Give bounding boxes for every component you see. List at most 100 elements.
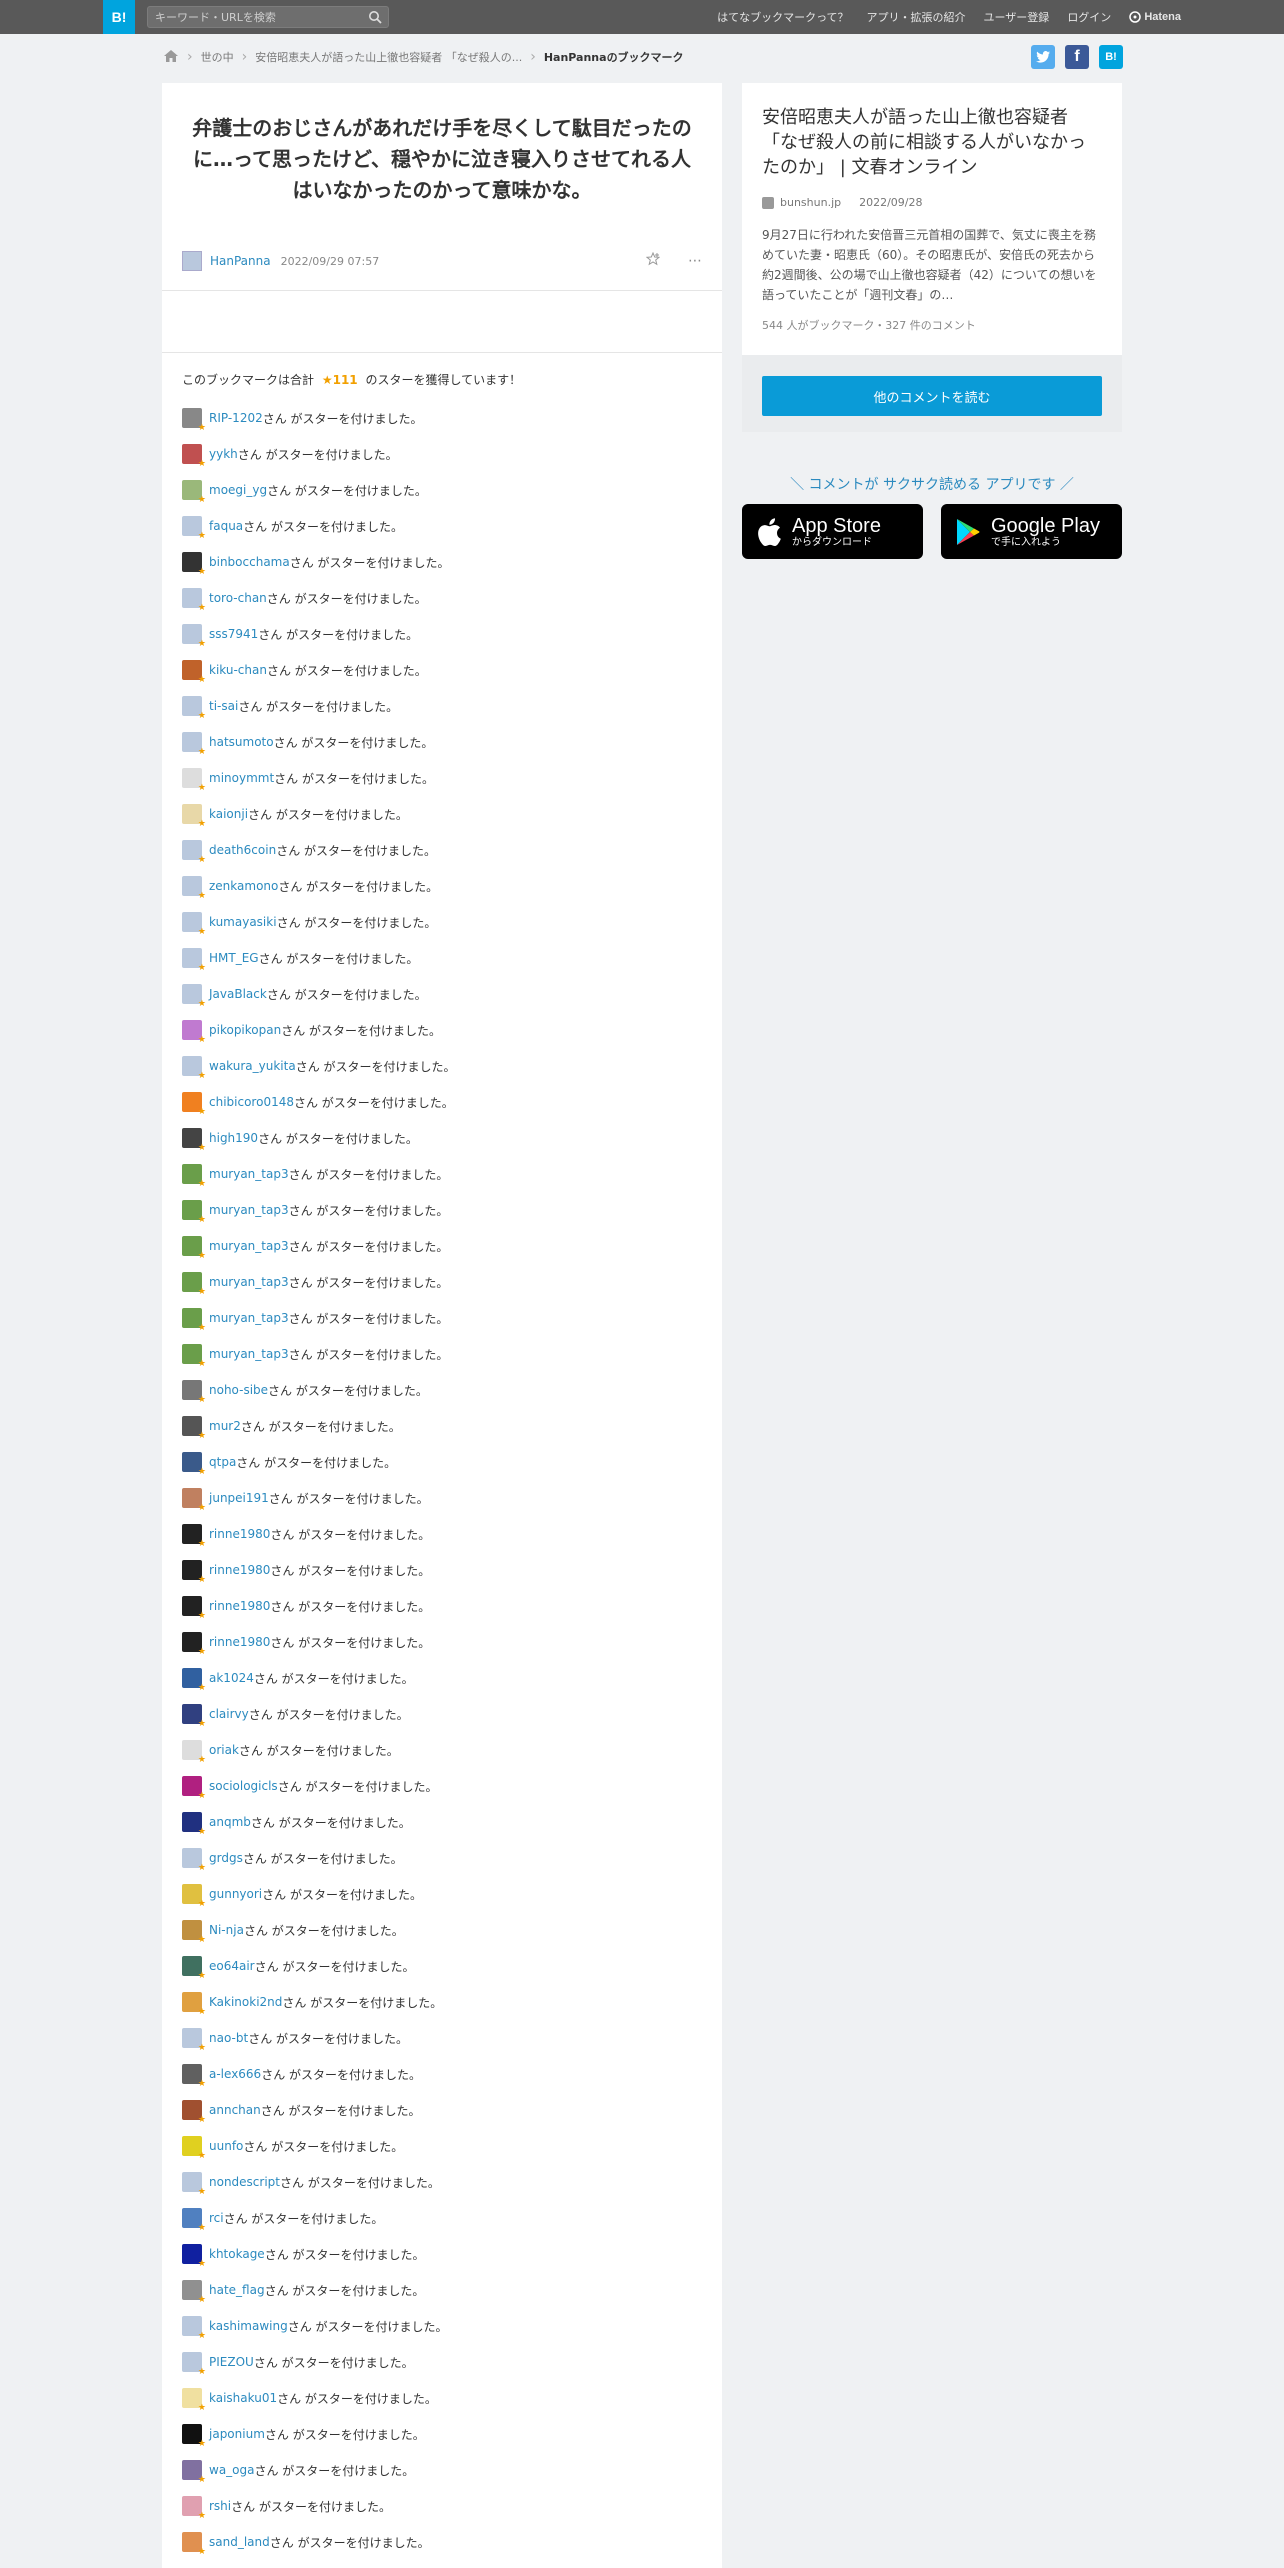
avatar[interactable]: ★ bbox=[182, 2316, 206, 2341]
star-user-link[interactable]: junpei191 bbox=[209, 1491, 269, 1505]
star-user-link[interactable]: hatsumoto bbox=[209, 735, 274, 749]
star-user-link[interactable]: rshi bbox=[209, 2499, 231, 2513]
star-user-link[interactable]: ak1024 bbox=[209, 1671, 254, 1685]
avatar[interactable]: ★ bbox=[182, 1560, 206, 1585]
star-user-link[interactable]: rinne1980 bbox=[209, 1563, 270, 1577]
nav-login[interactable]: ログイン bbox=[1067, 9, 1111, 25]
avatar[interactable]: ★ bbox=[182, 696, 206, 721]
add-star-icon[interactable] bbox=[645, 251, 661, 270]
star-user-link[interactable]: Ni-nja bbox=[209, 1923, 244, 1937]
star-user-link[interactable]: eo64air bbox=[209, 1959, 255, 1973]
hatena-share-button[interactable]: B! bbox=[1099, 45, 1123, 69]
read-other-comments-button[interactable]: 他のコメントを読む bbox=[762, 376, 1102, 416]
star-user-link[interactable]: muryan_tap3 bbox=[209, 1311, 289, 1325]
star-user-link[interactable]: sand_land bbox=[209, 2535, 270, 2549]
star-user-link[interactable]: kashimawing bbox=[209, 2319, 288, 2333]
star-user-link[interactable]: annchan bbox=[209, 2103, 261, 2117]
entry-domain[interactable]: bunshun.jp bbox=[780, 196, 841, 209]
star-user-link[interactable]: wakura_yukita bbox=[209, 1059, 296, 1073]
star-user-link[interactable]: muryan_tap3 bbox=[209, 1167, 289, 1181]
star-user-link[interactable]: high190 bbox=[209, 1131, 258, 1145]
avatar[interactable]: ★ bbox=[182, 2352, 206, 2377]
hatena-brand[interactable]: Hatena bbox=[1129, 11, 1181, 23]
star-user-link[interactable]: Kakinoki2nd bbox=[209, 1995, 282, 2009]
avatar[interactable]: ★ bbox=[182, 1956, 206, 1981]
star-user-link[interactable]: HMT_EG bbox=[209, 951, 259, 965]
avatar[interactable]: ★ bbox=[182, 2172, 206, 2197]
star-user-link[interactable]: sociologicls bbox=[209, 1779, 278, 1793]
facebook-share-button[interactable]: f bbox=[1065, 45, 1089, 69]
avatar[interactable]: ★ bbox=[182, 912, 206, 937]
star-user-link[interactable]: zenkamono bbox=[209, 879, 278, 893]
star-user-link[interactable]: muryan_tap3 bbox=[209, 1203, 289, 1217]
avatar[interactable]: ★ bbox=[182, 2460, 206, 2485]
star-user-link[interactable]: death6coin bbox=[209, 843, 276, 857]
star-user-link[interactable]: pikopikopan bbox=[209, 1023, 281, 1037]
avatar[interactable]: ★ bbox=[182, 2280, 206, 2305]
star-user-link[interactable]: toro-chan bbox=[209, 591, 267, 605]
star-user-link[interactable]: qtpa bbox=[209, 1455, 236, 1469]
avatar[interactable]: ★ bbox=[182, 984, 206, 1009]
avatar[interactable]: ★ bbox=[182, 480, 206, 505]
avatar[interactable]: ★ bbox=[182, 2532, 206, 2557]
avatar[interactable]: ★ bbox=[182, 1308, 206, 1333]
app-store-button[interactable]: App Store からダウンロード bbox=[742, 504, 923, 559]
avatar[interactable]: ★ bbox=[182, 1848, 206, 1873]
breadcrumb-category[interactable]: 世の中 bbox=[201, 49, 234, 65]
avatar[interactable]: ★ bbox=[182, 2208, 206, 2233]
avatar[interactable]: ★ bbox=[182, 1776, 206, 1801]
nav-register[interactable]: ユーザー登録 bbox=[984, 9, 1050, 25]
avatar[interactable]: ★ bbox=[182, 1344, 206, 1369]
star-user-link[interactable]: muryan_tap3 bbox=[209, 1347, 289, 1361]
avatar[interactable]: ★ bbox=[182, 1668, 206, 1693]
hatena-bookmark-logo[interactable]: B! bbox=[103, 0, 135, 34]
avatar[interactable]: ★ bbox=[182, 1884, 206, 1909]
star-user-link[interactable]: yykh bbox=[209, 447, 238, 461]
avatar[interactable]: ★ bbox=[182, 1992, 206, 2017]
avatar[interactable]: ★ bbox=[182, 516, 206, 541]
star-user-link[interactable]: khtokage bbox=[209, 2247, 265, 2261]
star-user-link[interactable]: nondescript bbox=[209, 2175, 280, 2189]
avatar[interactable]: ★ bbox=[182, 1380, 206, 1405]
star-user-link[interactable]: kaishaku01 bbox=[209, 2391, 277, 2405]
star-user-link[interactable]: moegi_yg bbox=[209, 483, 267, 497]
avatar[interactable]: ★ bbox=[182, 1740, 206, 1765]
entry-counts[interactable]: 544 人がブックマーク・327 件のコメント bbox=[762, 317, 1102, 333]
home-icon[interactable] bbox=[163, 49, 179, 66]
star-user-link[interactable]: hate_flag bbox=[209, 2283, 265, 2297]
avatar[interactable]: ★ bbox=[182, 1164, 206, 1189]
avatar[interactable]: ★ bbox=[182, 1200, 206, 1225]
avatar[interactable]: ★ bbox=[182, 552, 206, 577]
avatar[interactable]: ★ bbox=[182, 444, 206, 469]
star-user-link[interactable]: binbocchama bbox=[209, 555, 290, 569]
star-user-link[interactable]: rinne1980 bbox=[209, 1599, 270, 1613]
star-user-link[interactable]: noho-sibe bbox=[209, 1383, 268, 1397]
avatar[interactable]: ★ bbox=[182, 732, 206, 757]
avatar[interactable]: ★ bbox=[182, 408, 206, 433]
avatar[interactable]: ★ bbox=[182, 2028, 206, 2053]
nav-about[interactable]: はてなブックマークって？ bbox=[717, 9, 848, 25]
avatar[interactable]: ★ bbox=[182, 2064, 206, 2089]
avatar[interactable]: ★ bbox=[182, 1812, 206, 1837]
star-user-link[interactable]: ti-sai bbox=[209, 699, 238, 713]
avatar[interactable]: ★ bbox=[182, 1092, 206, 1117]
avatar[interactable]: ★ bbox=[182, 1596, 206, 1621]
star-user-link[interactable]: kaionji bbox=[209, 807, 248, 821]
star-user-link[interactable]: PIEZOU bbox=[209, 2355, 254, 2369]
avatar[interactable]: ★ bbox=[182, 804, 206, 829]
avatar[interactable]: ★ bbox=[182, 2388, 206, 2413]
star-user-link[interactable]: rinne1980 bbox=[209, 1635, 270, 1649]
avatar[interactable] bbox=[182, 251, 202, 271]
nav-apps[interactable]: アプリ・拡張の紹介 bbox=[867, 9, 966, 25]
star-user-link[interactable]: oriak bbox=[209, 1743, 239, 1757]
bookmark-user-link[interactable]: HanPanna bbox=[210, 254, 271, 268]
star-user-link[interactable]: kumayasiki bbox=[209, 915, 277, 929]
star-user-link[interactable]: chibicoro0148 bbox=[209, 1095, 294, 1109]
star-user-link[interactable]: muryan_tap3 bbox=[209, 1275, 289, 1289]
star-user-link[interactable]: rinne1980 bbox=[209, 1527, 270, 1541]
avatar[interactable]: ★ bbox=[182, 1272, 206, 1297]
avatar[interactable]: ★ bbox=[182, 1488, 206, 1513]
avatar[interactable]: ★ bbox=[182, 588, 206, 613]
avatar[interactable]: ★ bbox=[182, 768, 206, 793]
star-user-link[interactable]: grdgs bbox=[209, 1851, 243, 1865]
